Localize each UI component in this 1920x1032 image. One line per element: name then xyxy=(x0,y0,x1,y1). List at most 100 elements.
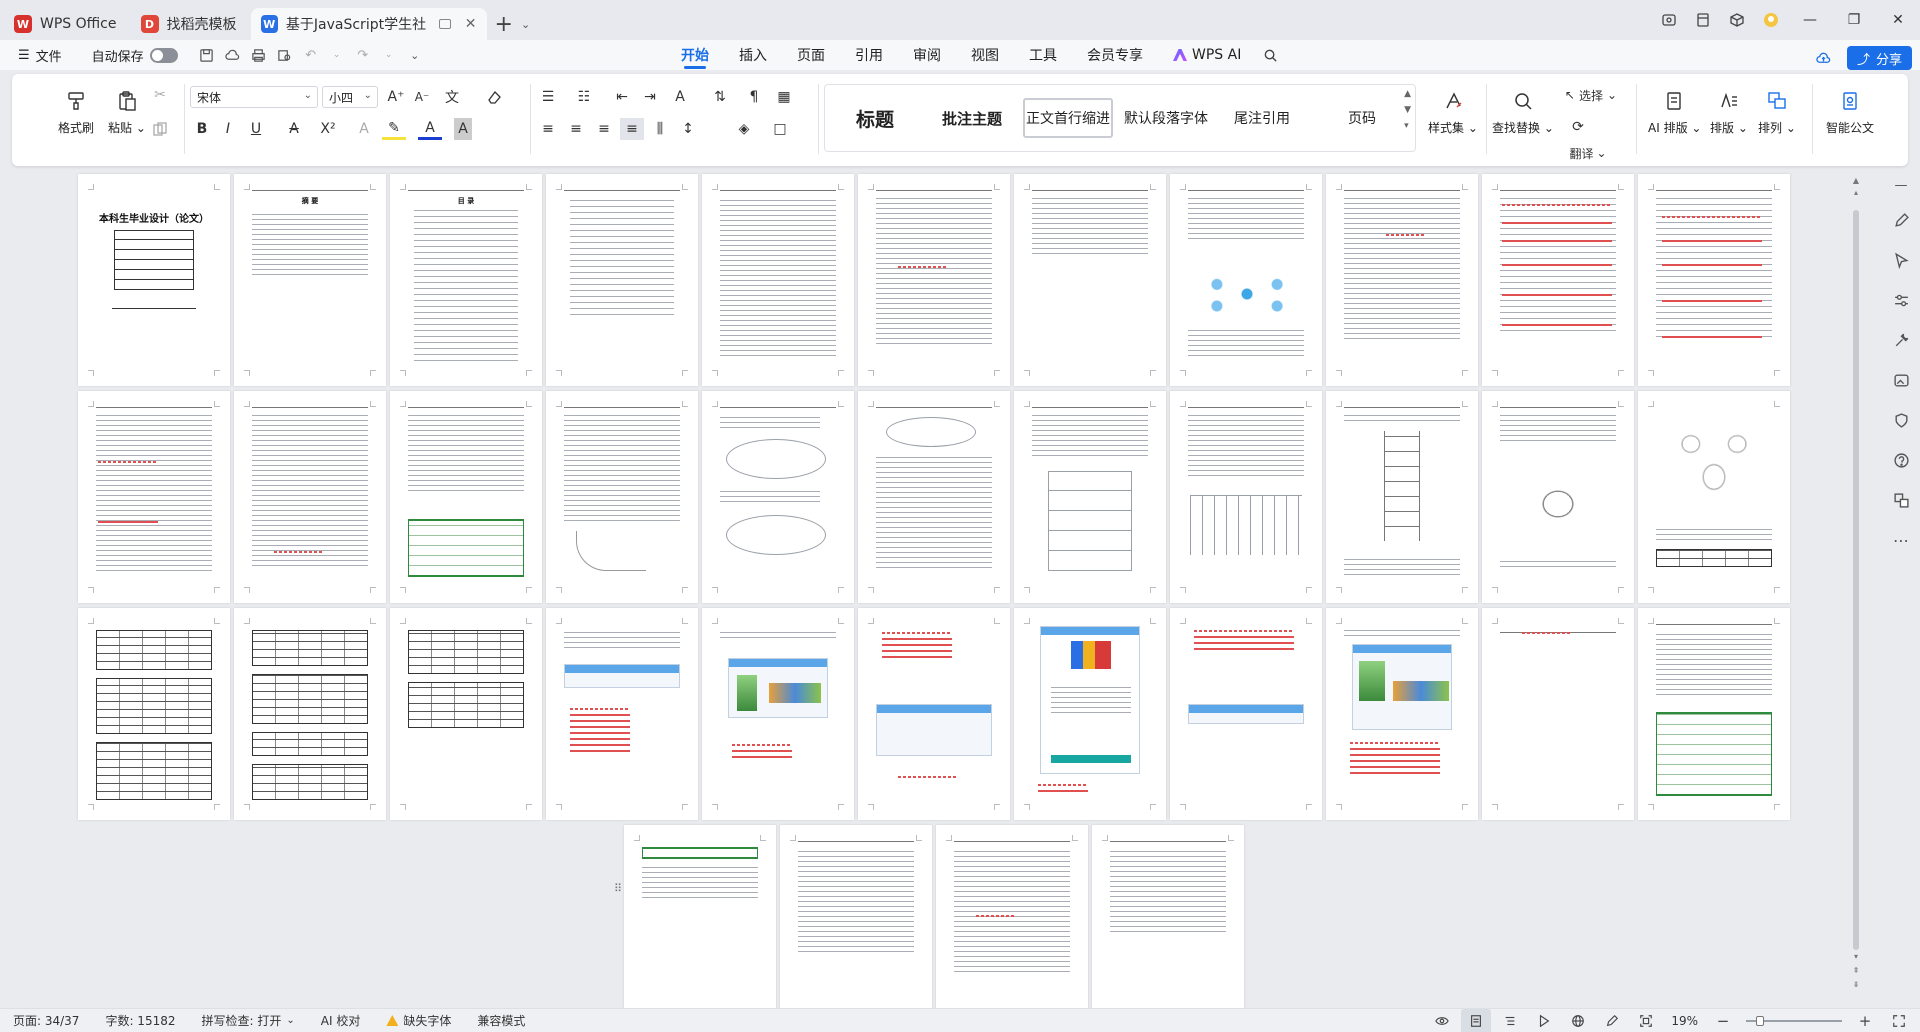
zoom-slider[interactable] xyxy=(1746,1016,1842,1026)
smart-doc-button[interactable]: 智能公文 xyxy=(1826,88,1874,136)
style-title[interactable]: 标题 xyxy=(829,98,921,138)
style-comment-subject[interactable]: 批注主题 xyxy=(929,98,1015,138)
image-edit-icon[interactable] xyxy=(1886,360,1916,400)
write-mode-icon[interactable] xyxy=(1597,1009,1627,1032)
highlight-icon[interactable]: ✎ xyxy=(382,118,406,140)
shrink-font-icon[interactable]: A⁻ xyxy=(410,86,434,108)
page-4[interactable] xyxy=(546,174,698,386)
scroll-up-icon[interactable]: ▲ xyxy=(1852,176,1860,185)
user-avatar[interactable] xyxy=(1754,0,1788,40)
align-right-icon[interactable]: ≡ xyxy=(592,118,616,140)
redo-dropdown-icon[interactable]: ⌄ xyxy=(376,40,402,70)
scroll-top-icon[interactable]: ▴ xyxy=(1852,188,1860,197)
page-31[interactable] xyxy=(1326,608,1478,820)
char-shading-icon[interactable]: A xyxy=(454,118,472,140)
page-5[interactable] xyxy=(702,174,854,386)
page-indicator[interactable]: 页面: 34/37 xyxy=(0,1009,92,1032)
page-9[interactable] xyxy=(1326,174,1478,386)
page-37[interactable] xyxy=(1092,825,1244,1009)
page-21[interactable] xyxy=(1482,391,1634,603)
tab-insert[interactable]: 插入 xyxy=(724,40,782,70)
page-13[interactable] xyxy=(234,391,386,603)
superscript-icon[interactable]: X² xyxy=(316,118,340,140)
justify-icon[interactable]: ≡ xyxy=(620,118,644,140)
page-18[interactable] xyxy=(1014,391,1166,603)
page-19[interactable] xyxy=(1170,391,1322,603)
align-left-icon[interactable]: ≡ xyxy=(536,118,560,140)
sort-icon[interactable]: ⇅ xyxy=(708,86,732,108)
page-2[interactable]: 摘 要 xyxy=(234,174,386,386)
next-page-icon[interactable]: ⇟ xyxy=(1852,980,1860,989)
page-3[interactable]: 目 录 xyxy=(390,174,542,386)
vertical-scrollbar[interactable]: ▲ ▴ ▾ ⇞ ⇟ xyxy=(1852,176,1860,998)
new-tab-button[interactable]: + xyxy=(487,8,521,40)
upload-cloud-icon[interactable] xyxy=(1811,43,1837,73)
cloud-save-icon[interactable] xyxy=(220,40,246,70)
zoom-slider-knob[interactable] xyxy=(1756,1016,1764,1026)
print-preview-icon[interactable] xyxy=(272,40,298,70)
missing-font-warning[interactable]: 缺失字体 xyxy=(373,1009,464,1032)
restore-button[interactable]: ❐ xyxy=(1832,0,1876,40)
save-icon[interactable] xyxy=(194,40,220,70)
ai-proofread[interactable]: AI 校对 xyxy=(308,1009,374,1032)
pointer-icon[interactable] xyxy=(1886,240,1916,280)
spell-check-toggle[interactable]: 拼写检查: 打开 ⌄ xyxy=(189,1009,308,1032)
chevron-up-icon[interactable]: ▲ xyxy=(1404,89,1411,99)
prev-page-icon[interactable]: ⇞ xyxy=(1852,966,1860,975)
sliders-icon[interactable] xyxy=(1886,280,1916,320)
translate-button[interactable]: 翻译 ⌄ xyxy=(1558,142,1618,164)
outline-view-icon[interactable] xyxy=(1495,1009,1525,1032)
fullscreen-icon[interactable] xyxy=(1884,1009,1914,1032)
ai-layout-button[interactable]: AI 排版 ⌄ xyxy=(1648,88,1701,136)
numbering-icon[interactable]: ☷ xyxy=(572,86,596,108)
redo-icon[interactable]: ↷ xyxy=(350,40,376,70)
tab-template[interactable]: D 找稻壳模板 xyxy=(131,8,247,40)
font-color-icon[interactable]: A xyxy=(418,118,442,140)
page-27[interactable] xyxy=(702,608,854,820)
style-endnote-ref[interactable]: 尾注引用 xyxy=(1219,98,1305,138)
read-mode-icon[interactable] xyxy=(1529,1009,1559,1032)
text-direction-icon[interactable]: A xyxy=(668,86,692,108)
tab-wps-ai[interactable]: WPS AI xyxy=(1158,40,1256,70)
show-marks-icon[interactable]: ¶ xyxy=(742,86,766,108)
layout-icon[interactable] xyxy=(1686,0,1720,40)
bullets-icon[interactable]: ☰ xyxy=(536,86,560,108)
print-icon[interactable] xyxy=(246,40,272,70)
close-tab-icon[interactable]: ✕ xyxy=(465,16,477,32)
scroll-bottom-icon[interactable]: ▾ xyxy=(1852,952,1860,961)
page-14[interactable] xyxy=(390,391,542,603)
zoom-out-icon[interactable]: − xyxy=(1708,1009,1738,1032)
increase-indent-icon[interactable]: ⇥ xyxy=(638,86,662,108)
tab-list-dropdown[interactable]: ⌄ xyxy=(521,8,530,40)
find-replace-button[interactable]: 查找替换 ⌄ xyxy=(1492,88,1554,136)
tools-icon[interactable] xyxy=(1886,320,1916,360)
page-20[interactable] xyxy=(1326,391,1478,603)
page-16[interactable] xyxy=(702,391,854,603)
underline-icon[interactable]: U xyxy=(244,118,268,140)
scrollbar-thumb[interactable] xyxy=(1853,210,1859,950)
word-count[interactable]: 字数: 15182 xyxy=(92,1009,188,1032)
undo-icon[interactable]: ↶ xyxy=(298,40,324,70)
clear-format-icon[interactable] xyxy=(482,86,506,108)
tab-references[interactable]: 引用 xyxy=(840,40,898,70)
tab-review[interactable]: 审阅 xyxy=(898,40,956,70)
text-effect-icon[interactable]: A xyxy=(352,118,376,140)
phonetic-guide-icon[interactable]: 文 xyxy=(440,86,464,108)
bold-icon[interactable]: B xyxy=(190,118,214,140)
drag-handle-icon[interactable]: ⠿ xyxy=(614,882,622,895)
web-view-icon[interactable] xyxy=(1563,1009,1593,1032)
page-1[interactable]: 本科生毕业设计（论文） xyxy=(78,174,230,386)
arrange-button[interactable]: 排列 ⌄ xyxy=(1758,88,1796,136)
gallery-scroll[interactable]: ▲ ▼ ▾ xyxy=(1404,89,1411,131)
font-name-select[interactable]: 宋体 ⌄ xyxy=(190,86,318,108)
zoom-in-icon[interactable]: + xyxy=(1850,1009,1880,1032)
page-33[interactable] xyxy=(1638,608,1790,820)
page-8[interactable] xyxy=(1170,174,1322,386)
tab-tools[interactable]: 工具 xyxy=(1014,40,1072,70)
undo-dropdown-icon[interactable]: ⌄ xyxy=(324,40,350,70)
page-26[interactable] xyxy=(546,608,698,820)
grow-font-icon[interactable]: A⁺ xyxy=(384,86,408,108)
font-size-select[interactable]: 小四 ⌄ xyxy=(322,86,378,108)
more-icon[interactable]: ⋯ xyxy=(1886,520,1916,560)
paste-button[interactable]: 粘贴 ⌄ xyxy=(108,88,146,136)
